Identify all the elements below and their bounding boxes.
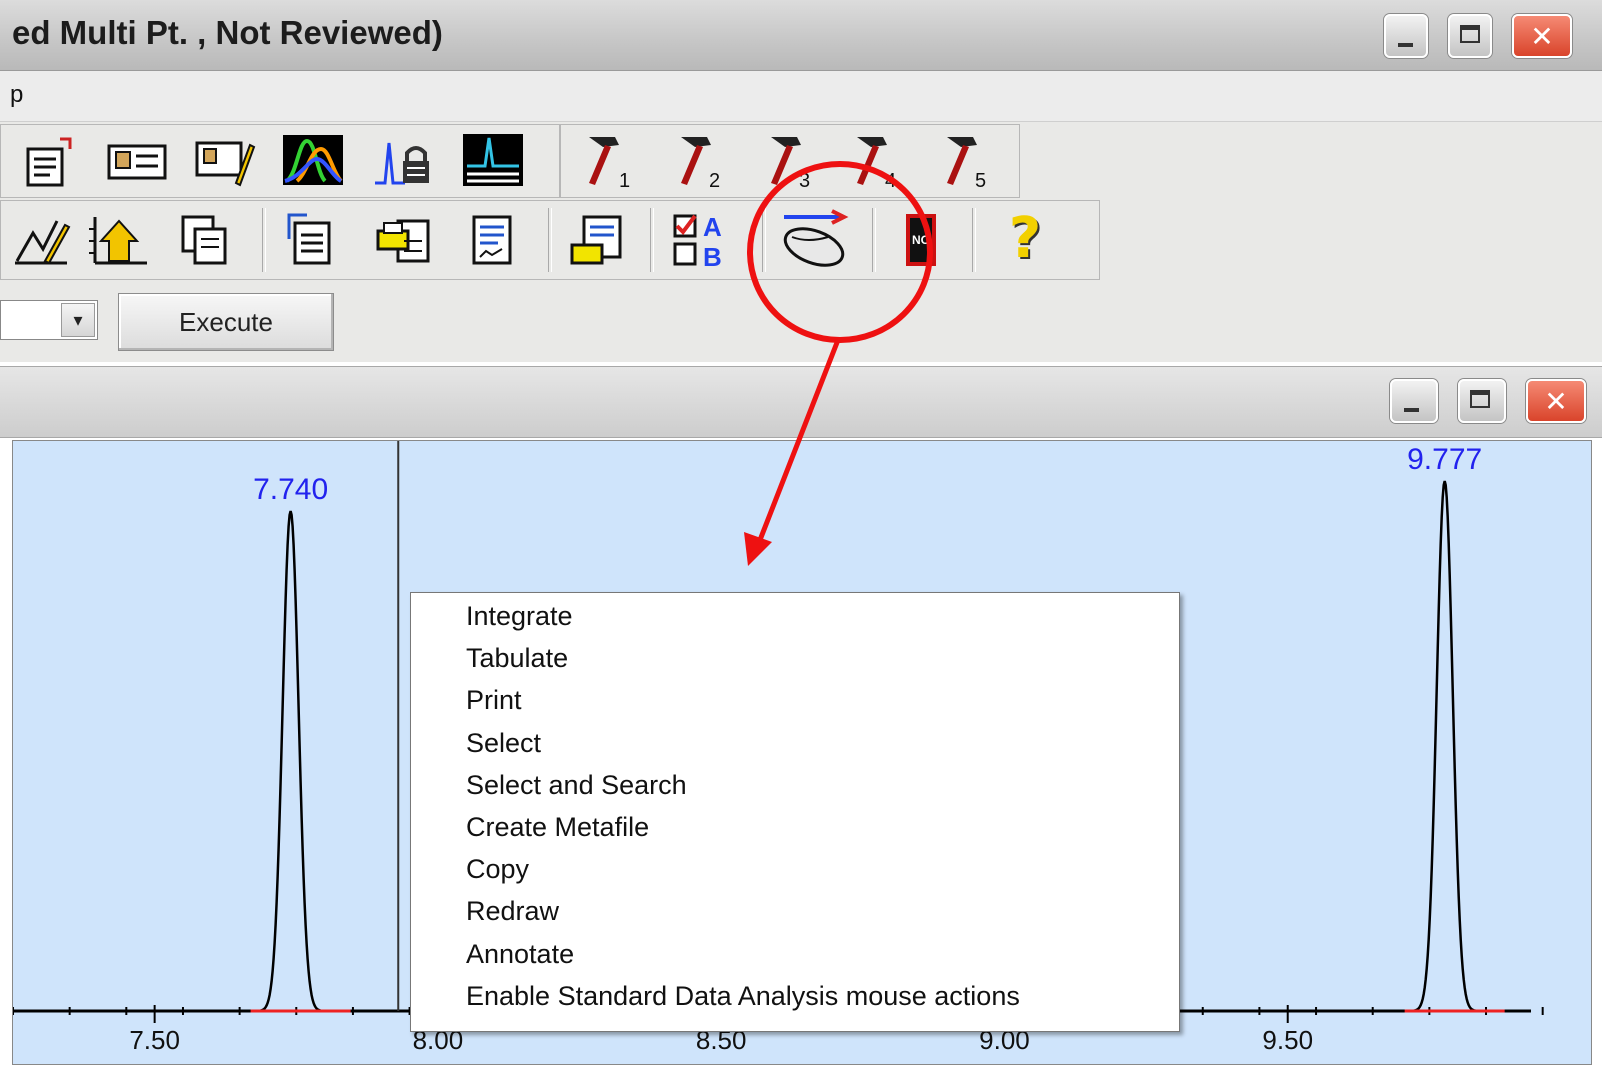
mouse-action-icon[interactable] (776, 206, 856, 270)
method-tool-3-icon[interactable]: 3 (754, 130, 820, 194)
close-icon: ✕ (1544, 384, 1568, 418)
toolbar-separator (972, 208, 976, 272)
tool-number: 5 (975, 170, 986, 191)
flag-icon[interactable]: NO (888, 208, 954, 272)
peak-trace (250, 510, 331, 1013)
close-icon: ✕ (1530, 19, 1554, 53)
peak-trace (1404, 480, 1485, 1013)
help-icon[interactable]: ? (992, 205, 1058, 271)
context-menu-item[interactable]: Redraw (466, 896, 559, 927)
menu-bar: p (0, 71, 1602, 122)
edit-chart-icon[interactable] (8, 208, 74, 272)
ab-compare-icon[interactable]: AB (668, 208, 734, 272)
peak-label: 9.777 (1407, 443, 1482, 476)
print-report-icon[interactable] (566, 208, 632, 272)
context-menu-item[interactable]: Print (466, 685, 522, 716)
minimize-button[interactable] (1384, 14, 1428, 58)
tool-number: 3 (799, 170, 810, 191)
sample-info-icon[interactable] (104, 130, 170, 194)
x-tick-label: 9.50 (1262, 1025, 1313, 1055)
method-tool-2-icon[interactable]: 2 (664, 130, 730, 194)
tool-number: 2 (709, 170, 720, 191)
method-tool-4-icon[interactable]: 4 (840, 130, 906, 194)
toolbar-separator (762, 208, 766, 272)
menu-item-help[interactable]: p (10, 81, 23, 109)
svg-text:NO: NO (912, 233, 930, 247)
child-minimize-button[interactable] (1390, 379, 1438, 423)
context-menu-item[interactable]: Annotate (466, 939, 574, 970)
chevron-down-icon[interactable]: ▾ (61, 303, 95, 337)
maximize-button[interactable] (1448, 14, 1492, 58)
method-tool-1-icon[interactable]: 1 (572, 130, 638, 194)
context-menu-item[interactable]: Integrate (466, 601, 573, 632)
minimize-icon (1404, 408, 1419, 412)
chromatogram-icon[interactable] (460, 128, 526, 192)
child-window-title-bar[interactable]: ✕ (0, 366, 1602, 438)
close-button[interactable]: ✕ (1512, 14, 1572, 58)
child-close-button[interactable]: ✕ (1526, 379, 1586, 423)
context-menu-item[interactable]: Select and Search (466, 770, 687, 801)
copy-window-icon[interactable] (172, 208, 238, 272)
toolbar-separator (650, 208, 654, 272)
option-b-label: B (703, 242, 722, 270)
context-menu-item[interactable]: Select (466, 728, 541, 759)
document-copy-icon[interactable] (280, 208, 346, 272)
edit-info-icon[interactable] (192, 130, 258, 194)
maximize-icon (1470, 390, 1490, 408)
execute-button[interactable]: Execute (118, 293, 334, 351)
toolbar-separator (548, 208, 552, 272)
maximize-icon (1460, 25, 1480, 43)
option-a-label: A (703, 212, 722, 242)
toolbar-separator (262, 208, 266, 272)
title-bar[interactable]: ed Multi Pt. , Not Reviewed) ✕ (0, 0, 1602, 71)
x-tick-label: 7.50 (129, 1025, 180, 1055)
tool-number: 1 (619, 170, 630, 191)
context-menu: Integrate Tabulate Print Select Select and S… (410, 592, 1180, 1032)
tool-number: 4 (885, 170, 896, 191)
report-doc-icon[interactable] (460, 208, 526, 272)
context-menu-item[interactable]: Create Metafile (466, 812, 649, 843)
window-title: ed Multi Pt. , Not Reviewed) (12, 14, 443, 51)
minimize-icon (1398, 43, 1413, 47)
spectrum-icon[interactable] (280, 128, 346, 192)
peak-lock-icon[interactable] (370, 130, 436, 194)
help-glyph: ? (1008, 205, 1042, 271)
method-dropdown[interactable]: ▾ (0, 300, 98, 340)
print-icon[interactable] (372, 208, 438, 272)
report-icon[interactable] (14, 130, 80, 194)
child-maximize-button[interactable] (1458, 379, 1506, 423)
toolbar-separator (872, 208, 876, 272)
method-tool-5-icon[interactable]: 5 (930, 130, 996, 194)
peak-label: 7.740 (253, 473, 328, 506)
axis-scale-icon[interactable] (86, 208, 152, 272)
context-menu-item[interactable]: Copy (466, 854, 529, 885)
context-menu-item[interactable]: Tabulate (466, 643, 568, 674)
context-menu-item[interactable]: Enable Standard Data Analysis mouse acti… (466, 981, 1020, 1012)
